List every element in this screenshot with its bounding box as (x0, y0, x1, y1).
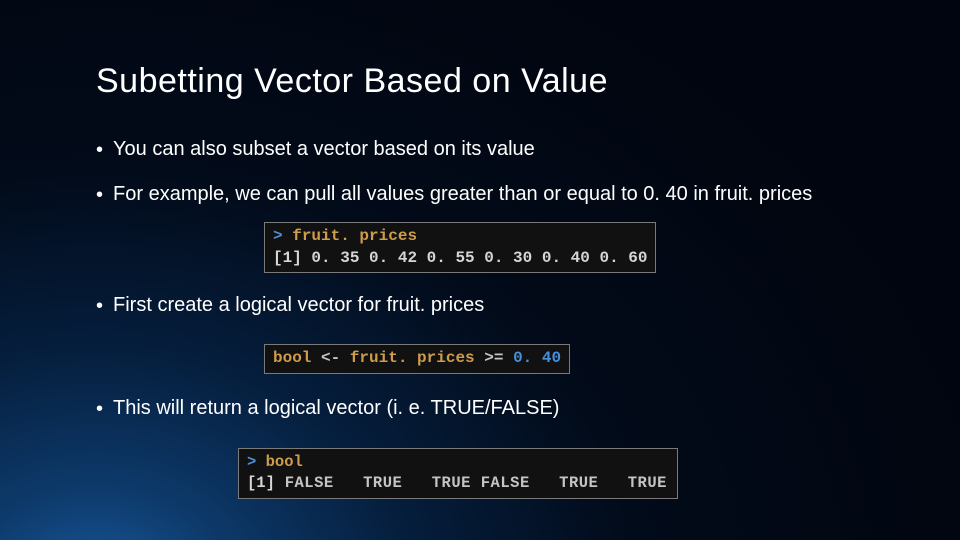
code-block-2: bool <- fruit. prices >= 0. 40 (264, 344, 570, 374)
bullet-4-text: This will return a logical vector (i. e.… (113, 396, 559, 422)
r-prompt: > (247, 453, 256, 471)
bullet-2-text: For example, we can pull all values grea… (113, 182, 812, 208)
bullet-3-text: First create a logical vector for fruit.… (113, 293, 484, 319)
bullet-2: • For example, we can pull all values gr… (96, 182, 870, 209)
slide-content: Subetting Vector Based on Value • You ca… (0, 0, 960, 519)
r-output-index: [1] (273, 249, 302, 267)
r-assign-op: <- (321, 349, 340, 367)
bullet-dot-icon: • (96, 183, 103, 209)
code-block-1: > fruit. prices [1] 0. 35 0. 42 0. 55 0.… (264, 222, 656, 273)
r-comparison-op: >= (484, 349, 503, 367)
bullet-dot-icon: • (96, 294, 103, 320)
bullet-dot-icon: • (96, 397, 103, 423)
slide-title: Subetting Vector Based on Value (96, 62, 870, 101)
r-output-index: [1] (247, 474, 275, 492)
r-output-logical: FALSE TRUE TRUE FALSE TRUE TRUE (275, 474, 667, 492)
r-command: fruit. prices (292, 227, 417, 245)
bullet-3: • First create a logical vector for frui… (96, 293, 870, 320)
bullet-4: • This will return a logical vector (i. … (96, 396, 870, 423)
r-literal: 0. 40 (513, 349, 561, 367)
bullet-dot-icon: • (96, 138, 103, 164)
bullet-1-text: You can also subset a vector based on it… (113, 137, 535, 163)
code-block-3: > bool [1] FALSE TRUE TRUE FALSE TRUE TR… (238, 448, 678, 499)
r-prompt: > (273, 227, 283, 245)
r-expr: fruit. prices (350, 349, 475, 367)
r-output-values: 0. 35 0. 42 0. 55 0. 30 0. 40 0. 60 (311, 249, 647, 267)
bullet-1: • You can also subset a vector based on … (96, 137, 870, 164)
r-command: bool (266, 453, 303, 471)
r-var: bool (273, 349, 311, 367)
